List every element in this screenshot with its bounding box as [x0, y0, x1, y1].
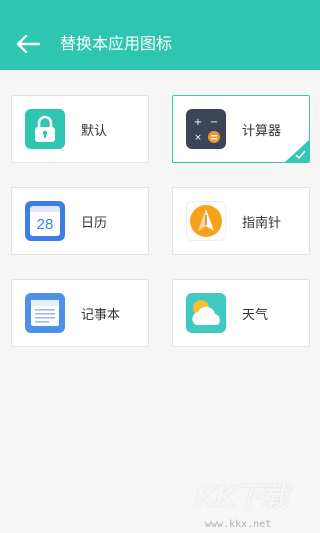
- option-label: 指南针: [242, 215, 282, 231]
- compass-icon: [186, 201, 226, 241]
- option-label: 天气: [242, 307, 269, 323]
- watermark: KK下载 www.kkx.net: [195, 475, 313, 530]
- option-notepad[interactable]: 记事本: [11, 279, 149, 347]
- arrow-left-icon: [16, 35, 40, 53]
- svg-text:−: −: [210, 117, 218, 128]
- calendar-day: 28: [36, 216, 54, 233]
- svg-text:×: ×: [194, 133, 202, 143]
- watermark-brand: KK下载: [195, 480, 288, 513]
- back-button[interactable]: [12, 29, 44, 59]
- option-calculator[interactable]: + − × 计算器: [172, 95, 310, 163]
- calendar-icon: 28: [25, 201, 65, 241]
- option-weather[interactable]: 天气: [172, 279, 310, 347]
- app-header: 替换本应用图标: [0, 0, 320, 70]
- selected-check-icon: [285, 140, 309, 162]
- option-compass[interactable]: 指南针: [172, 187, 310, 255]
- option-label: 默认: [81, 123, 108, 139]
- watermark-url: www.kkx.net: [205, 519, 272, 530]
- option-default[interactable]: 默认: [11, 95, 149, 163]
- option-calendar[interactable]: 28 日历: [11, 187, 149, 255]
- notepad-icon: [25, 293, 65, 333]
- svg-text:+: +: [194, 117, 202, 128]
- option-label: 计算器: [242, 123, 282, 139]
- page-title: 替换本应用图标: [60, 34, 173, 53]
- weather-icon: [186, 293, 226, 333]
- icon-options-grid: 默认 + − × 计算器 28 日历 指南针 记事本 天气: [11, 95, 310, 347]
- calendar-page: 28: [30, 206, 60, 236]
- option-label: 日历: [81, 215, 108, 231]
- calculator-icon: + − ×: [186, 109, 226, 149]
- option-label: 记事本: [81, 307, 121, 323]
- lock-icon: [25, 109, 65, 149]
